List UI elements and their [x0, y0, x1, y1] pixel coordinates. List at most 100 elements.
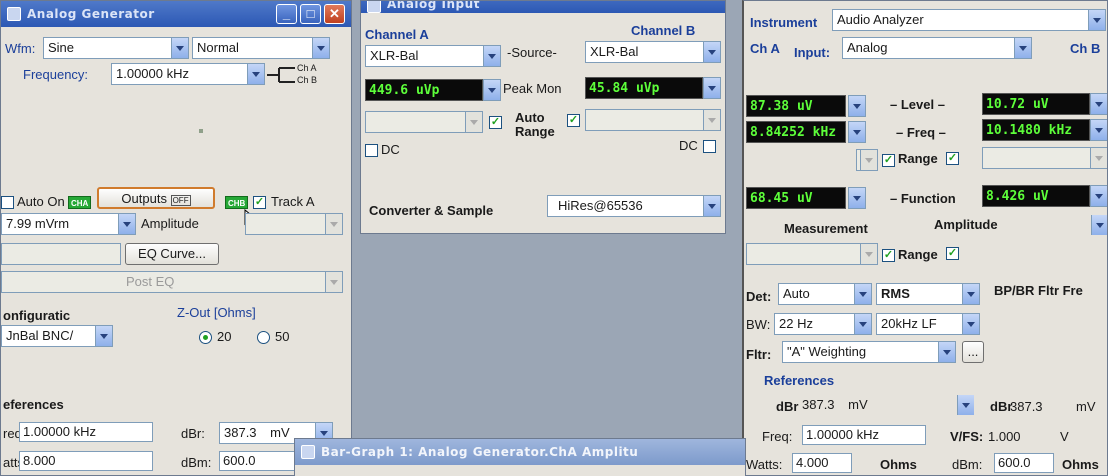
- chevron-down-icon: [465, 112, 482, 132]
- dc-b-checkbox[interactable]: [703, 140, 716, 153]
- instrument-select[interactable]: Audio Analyzer: [832, 9, 1106, 31]
- amplitude-aux-select[interactable]: [245, 213, 343, 235]
- rms-value: RMS: [881, 286, 910, 301]
- auto-range-label: Auto Range: [515, 110, 555, 139]
- dbm-input[interactable]: 600.0: [219, 451, 303, 471]
- input-select[interactable]: Analog: [842, 37, 1032, 59]
- amplitude-input[interactable]: 7.99 mVrm: [1, 213, 136, 235]
- function-b-value: 8.426 uV: [986, 189, 1049, 204]
- configuration-value: JnBal BNC/: [6, 328, 74, 343]
- track-a-label: Track A: [271, 194, 315, 209]
- bw-high-select[interactable]: 20kHz LF: [876, 313, 980, 335]
- chevron-down-icon: [1091, 186, 1107, 206]
- converter-select[interactable]: HiRes@65536: [547, 195, 721, 217]
- chevron-down-icon: [325, 272, 342, 292]
- range-b-select[interactable]: [585, 109, 721, 131]
- auto-on-label: Auto On: [17, 194, 65, 209]
- eq-curve-label: EQ Curve...: [138, 246, 206, 261]
- chevron-down-icon: [704, 78, 720, 98]
- z-out-20-label: 20: [217, 329, 232, 344]
- z-out-50-label: 50: [275, 329, 290, 344]
- dbr-a-input[interactable]: 387.3 mV: [798, 395, 974, 417]
- filter-select[interactable]: "A" Weighting: [782, 341, 956, 363]
- ref-freq-value: 1.00000 kHz: [806, 427, 879, 442]
- close-button[interactable]: ✕: [324, 4, 345, 24]
- source-b-select[interactable]: XLR-Bal: [585, 41, 721, 63]
- bw-high-value: 20kHz LF: [881, 316, 937, 331]
- range-a-checkbox[interactable]: ✓: [882, 154, 895, 167]
- ref-freq-label: Freq:: [762, 429, 793, 444]
- instrument-value: Audio Analyzer: [837, 12, 924, 27]
- rms-select[interactable]: RMS: [876, 283, 980, 305]
- range-b-select[interactable]: [982, 147, 1107, 169]
- range-a-select[interactable]: [365, 111, 483, 133]
- chevron-down-icon: [849, 122, 865, 142]
- meas-range-select[interactable]: [746, 243, 878, 265]
- mode-select[interactable]: Normal: [192, 37, 330, 59]
- peak-a-dropdown[interactable]: [483, 79, 501, 101]
- amplitude-value: 7.99 mVrm: [6, 216, 70, 231]
- fltr-label: Fltr:: [746, 347, 772, 362]
- frequency-input[interactable]: 1.00000 kHz: [111, 63, 265, 85]
- z-out-20-radio[interactable]: [199, 331, 212, 344]
- range-a-dropdown[interactable]: [856, 149, 878, 171]
- source-a-select[interactable]: XLR-Bal: [365, 45, 501, 67]
- chevron-down-icon: [1088, 10, 1105, 30]
- ref-freq-input[interactable]: 1.00000 kHz: [802, 425, 926, 445]
- configuration-select[interactable]: JnBal BNC/: [1, 325, 113, 347]
- input-label: Input:: [794, 45, 831, 60]
- track-a-checkbox[interactable]: ✓: [253, 196, 266, 209]
- meas-range-a-checkbox[interactable]: ✓: [882, 249, 895, 262]
- waveform-select[interactable]: Sine: [43, 37, 189, 59]
- measurement-select[interactable]: Amplitude: [930, 215, 1107, 237]
- chevron-down-icon: [860, 150, 877, 170]
- measurement-label: Measurement: [784, 221, 868, 236]
- maximize-button[interactable]: □: [300, 4, 321, 24]
- auto-range-a-checkbox[interactable]: ✓: [489, 116, 502, 129]
- detector-select[interactable]: Auto: [778, 283, 872, 305]
- chevron-down-icon: [1090, 148, 1107, 168]
- dbm-input[interactable]: 600.0: [994, 453, 1054, 473]
- chevron-down-icon: [247, 64, 264, 84]
- function-a-dropdown[interactable]: [848, 187, 866, 209]
- outputs-button[interactable]: Outputs OFF: [97, 187, 215, 209]
- bw-low-select[interactable]: 22 Hz: [774, 313, 872, 335]
- chb-chip[interactable]: CHB: [225, 196, 249, 209]
- range-b-checkbox[interactable]: ✓: [946, 152, 959, 165]
- dbr-label: dBr:: [181, 426, 205, 441]
- generator-title: Analog Generator: [27, 7, 155, 21]
- freq-b-dropdown[interactable]: [1090, 119, 1107, 141]
- bar-graph-titlebar[interactable]: Bar-Graph 1: Analog Generator.ChA Amplit…: [295, 439, 745, 465]
- routing-cha-label: Ch A: [297, 63, 317, 73]
- level-a-dropdown[interactable]: [848, 95, 866, 117]
- chevron-down-icon: [1091, 215, 1107, 235]
- auto-on-checkbox[interactable]: [1, 196, 14, 209]
- chevron-down-icon: [703, 110, 720, 130]
- minimize-button[interactable]: _: [276, 4, 297, 24]
- generator-titlebar[interactable]: Analog Generator: [1, 1, 351, 27]
- ch-a-label: Ch A: [750, 41, 780, 56]
- watts-value: 8.000: [23, 453, 56, 468]
- chevron-down-icon: [171, 38, 188, 58]
- ref-freq-input[interactable]: 1.00000 kHz: [19, 422, 153, 442]
- peak-b-dropdown[interactable]: [703, 77, 721, 99]
- analog-input-window: Analog Input Channel A Channel B XLR-Bal…: [360, 0, 726, 234]
- level-b-dropdown[interactable]: [1090, 93, 1107, 115]
- freq-a-dropdown[interactable]: [848, 121, 866, 143]
- pre-eq-select[interactable]: [1, 243, 121, 265]
- watts-input[interactable]: 8.000: [19, 451, 153, 471]
- function-b-dropdown[interactable]: [1090, 185, 1107, 207]
- post-eq-select[interactable]: Post EQ: [1, 271, 343, 293]
- chevron-down-icon: [957, 395, 974, 415]
- z-out-50-radio[interactable]: [257, 331, 270, 344]
- watts-input[interactable]: 4.000: [792, 453, 852, 473]
- detector-value: Auto: [783, 286, 810, 301]
- auto-range-b-checkbox[interactable]: ✓: [567, 114, 580, 127]
- filter-more-button[interactable]: ...: [962, 341, 984, 363]
- dc-a-checkbox[interactable]: [365, 144, 378, 157]
- eq-curve-button[interactable]: EQ Curve...: [125, 243, 219, 265]
- meas-range-b-checkbox[interactable]: ✓: [946, 247, 959, 260]
- input-titlebar[interactable]: Analog Input: [361, 1, 725, 13]
- level-b-meter: 10.72 uV: [982, 93, 1090, 115]
- cha-chip[interactable]: CHA: [68, 196, 92, 209]
